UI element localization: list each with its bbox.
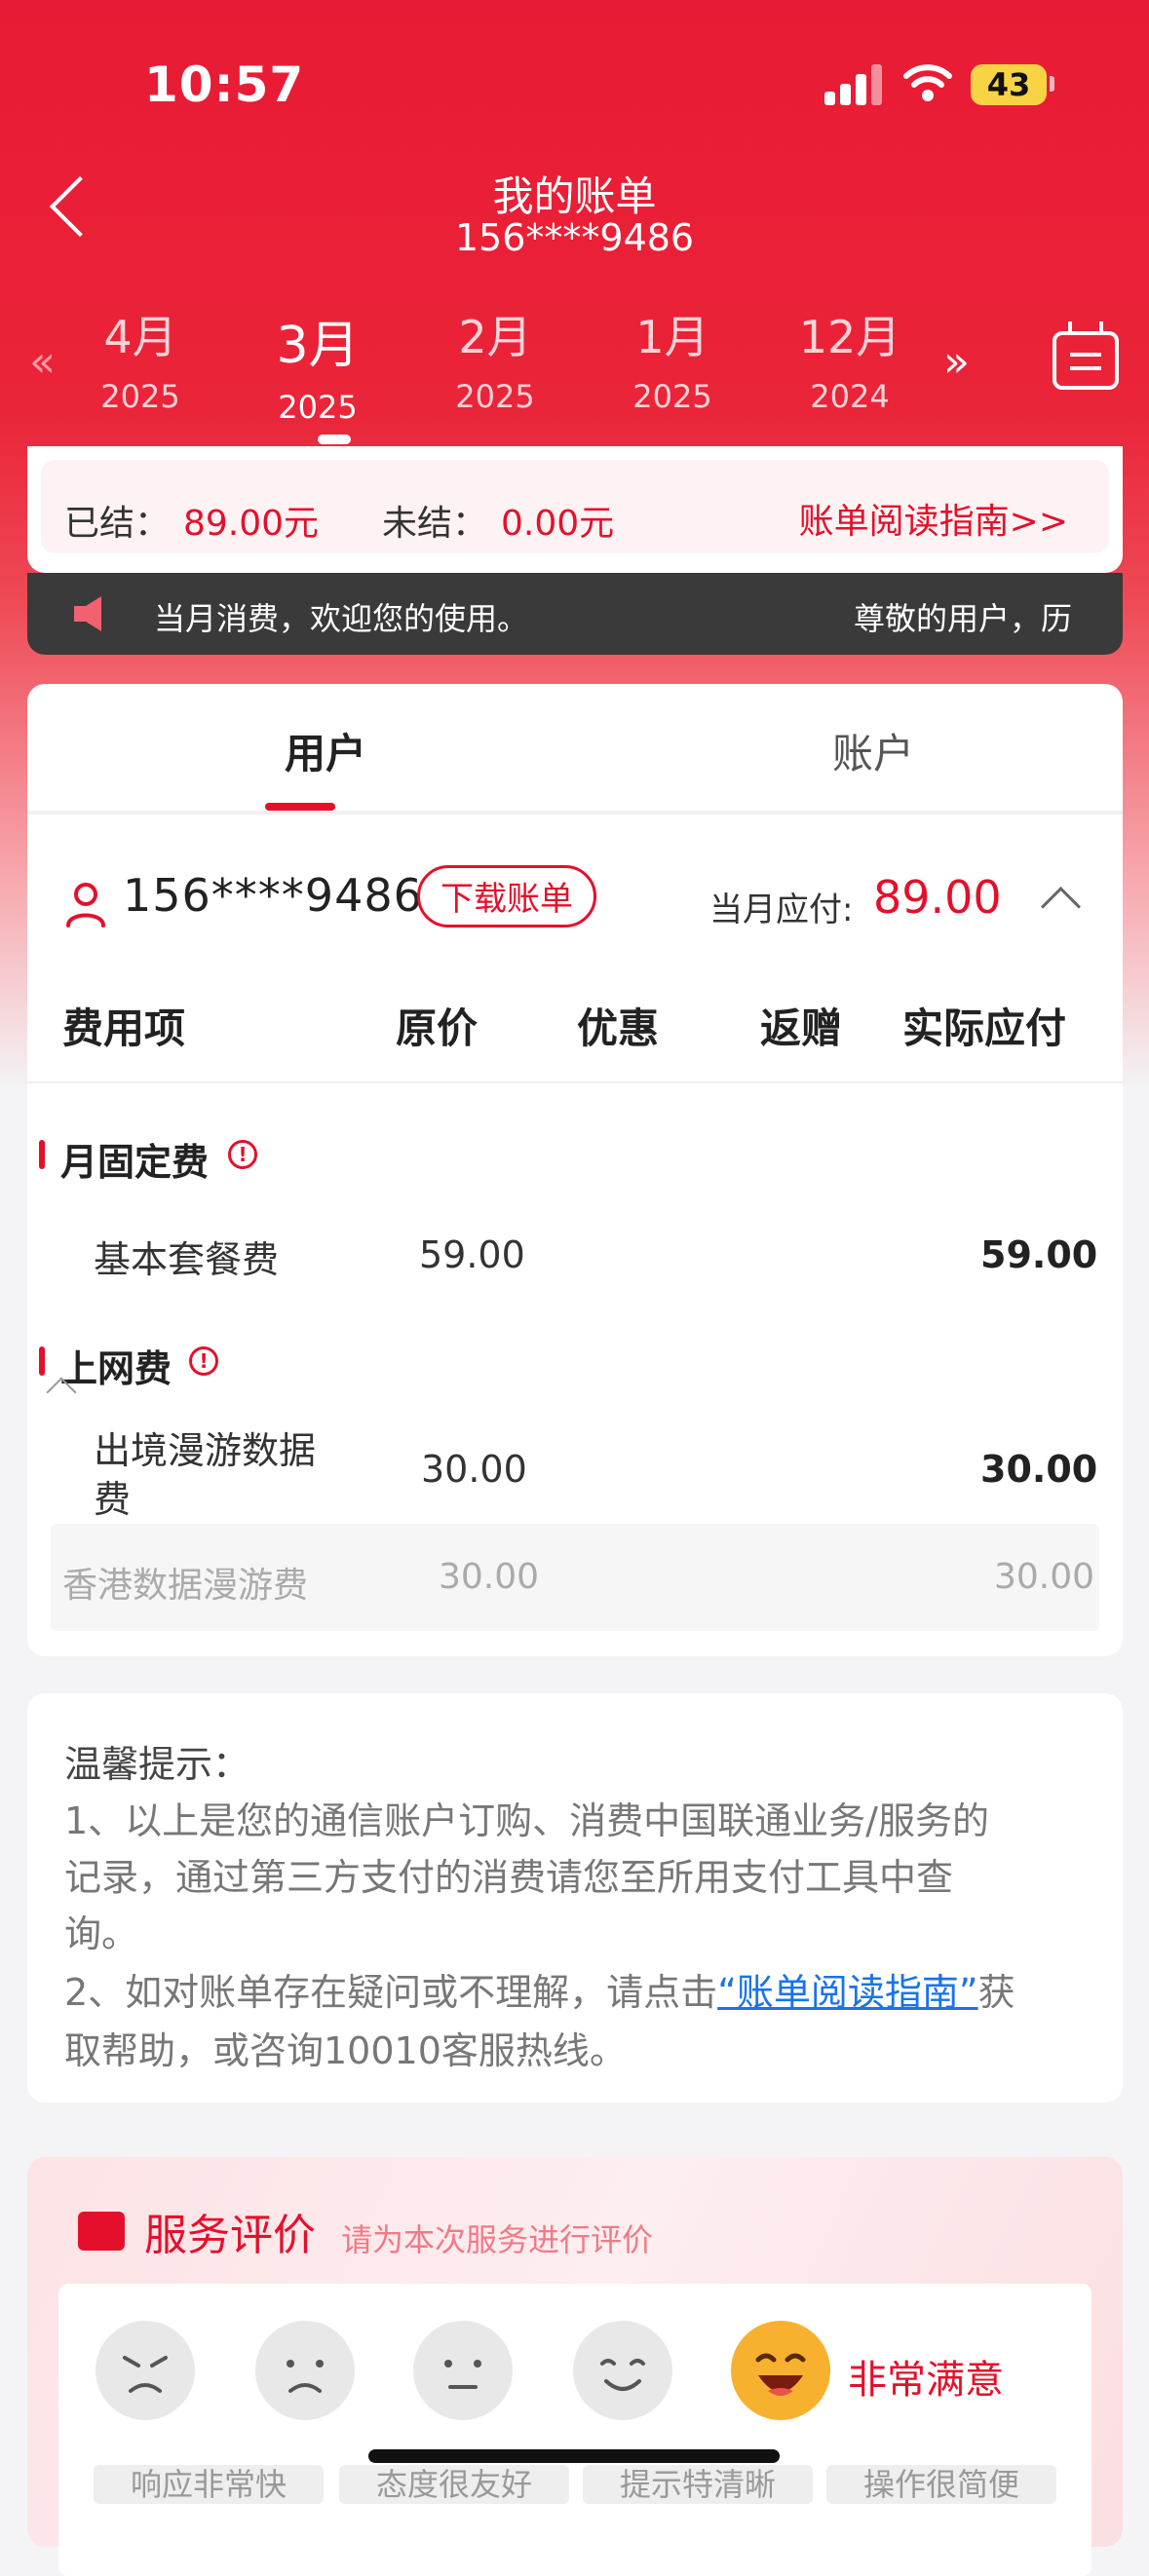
fee-item-original: 59.00 [419,1233,525,1276]
month-tab[interactable]: 1月 2025 [594,302,750,415]
comment-icon [78,2212,125,2251]
tips-card: 温馨提示： 1、以上是您的通信账户订购、消费中国联通业务/服务的 记录，通过第三… [27,1693,1123,2102]
home-indicator [368,2449,780,2463]
tips-line: 询。 [64,1913,139,1955]
table-header-divider [27,1081,1123,1083]
notice-text: 当月消费，欢迎您的使用。 [154,600,529,637]
tips-text: 获 [977,1971,1015,2014]
tips-line: 2、如对账单存在疑问或不理解，请点击“账单阅读指南”获 [64,1962,1015,2016]
bill-guide-link[interactable]: 账单阅读指南>> [799,493,1068,544]
info-icon[interactable]: ! [228,1140,257,1169]
page-subtitle-phone: 156****9486 [454,216,695,259]
bill-card: 用户 账户 156****9486 下载账单 当月应付: 89.00 费用项 原… [27,684,1123,1656]
rating-tag-chip[interactable]: 响应非常快 [94,2465,324,2504]
settlement-summary: 已结： 89.00元 未结： 0.00元 账单阅读指南>> [27,446,1123,573]
download-bill-button[interactable]: 下载账单 [417,865,596,928]
very-happy-face-icon[interactable] [731,2321,830,2420]
col-header-rebate: 返赠 [760,1004,843,1052]
calendar-icon[interactable] [1053,322,1119,390]
wifi-icon [902,60,953,107]
tab-divider [27,811,1123,814]
rating-tag-chip[interactable]: 态度很友好 [339,2465,569,2504]
unsettled-label: 未结： [382,504,488,544]
tips-line: 1、以上是您的通信账户订购、消费中国联通业务/服务的 [64,1799,989,1842]
cellular-signal-icon [824,64,883,105]
month-prev-icon[interactable]: « [29,337,56,387]
settled-value: 89.00元 [183,504,320,544]
month-label: 1月 [635,311,709,363]
year-label: 2024 [810,378,890,415]
col-header-item: 费用项 [62,1004,186,1052]
fee-item-name-line2: 费 [94,1478,132,1521]
year-label: 2025 [278,389,358,426]
active-month-indicator [318,435,351,444]
fee-item-name: 基本套餐费 [94,1238,280,1281]
sub-fee-original: 30.00 [439,1557,540,1597]
section-marker [39,1346,45,1376]
info-icon[interactable]: ! [189,1346,218,1376]
notice-text-scroll: 尊敬的用户，历 [854,600,1073,637]
month-label: 12月 [798,311,901,363]
col-header-discount: 优惠 [577,1004,660,1052]
tab-indicator [265,803,335,811]
col-header-original: 原价 [396,1004,479,1052]
fee-sub-row: 香港数据漫游费 30.00 30.00 [51,1524,1099,1631]
month-tab[interactable]: 2月 2025 [417,302,573,415]
monthly-due-label: 当月应付: [709,890,854,929]
smile-face-icon[interactable] [573,2321,672,2420]
selected-rating-label: 非常满意 [848,2358,1004,2403]
tips-line: 取帮助，或咨询10010客服热线。 [64,2029,627,2072]
fee-item-actual: 59.00 [980,1233,1098,1276]
month-label: 3月 [276,317,360,375]
section-title-data-fee: 上网费 [60,1347,172,1390]
month-next-icon[interactable]: » [943,337,970,387]
rating-tag-chip[interactable]: 操作很简便 [826,2465,1056,2504]
sub-fee-name: 香港数据漫游费 [62,1566,309,1606]
month-label: 2月 [458,311,532,363]
neutral-face-icon[interactable] [413,2321,513,2420]
user-icon [66,883,105,928]
section-marker [39,1140,45,1169]
sub-fee-actual: 30.00 [994,1557,1095,1597]
month-tab-active[interactable]: 3月 2025 [240,304,396,426]
rating-subtitle: 请为本次服务进行评价 [341,2221,654,2258]
tips-text: 2、如对账单存在疑问或不理解，请点击 [64,1971,718,2014]
status-time: 10:57 [144,57,305,113]
notice-banner: 当月消费，欢迎您的使用。 尊敬的用户，历 [27,573,1123,655]
year-label: 2025 [455,378,535,415]
fee-item-original: 30.00 [421,1448,527,1491]
rating-tag-chip[interactable]: 提示特清晰 [583,2465,813,2504]
monthly-due-value: 89.00 [873,871,1002,924]
sad-face-icon[interactable] [255,2321,355,2420]
speaker-icon [74,596,101,631]
fee-item-name: 出境漫游数据 [94,1429,317,1472]
section-title-fixed-fee: 月固定费 [60,1141,210,1184]
tab-account[interactable]: 账户 [688,721,1058,780]
unsettled-value: 0.00元 [501,504,615,544]
tips-title: 温馨提示： [64,1743,250,1786]
month-label: 4月 [103,311,177,363]
settled-label: 已结： [64,504,171,544]
collapse-chevron-icon[interactable] [1040,886,1082,928]
col-header-actual: 实际应付 [902,1004,1067,1052]
battery-tip [1050,76,1054,92]
month-tab[interactable]: 4月 2025 [62,302,218,415]
tips-line: 记录，通过第三方支付的消费请您至所用支付工具中查 [64,1856,954,1899]
year-label: 2025 [100,378,180,415]
month-tab[interactable]: 12月 2024 [772,302,928,415]
angry-face-icon[interactable] [96,2321,195,2420]
rating-title: 服务评价 [144,2211,316,2260]
tab-user[interactable]: 用户 [140,721,511,780]
fee-item-actual: 30.00 [980,1448,1098,1491]
bill-guide-inline-link[interactable]: “账单阅读指南” [717,1971,977,2014]
year-label: 2025 [632,378,712,415]
user-phone: 156****9486 [123,869,423,922]
battery-icon: 43 [971,64,1047,105]
page-title: 我的账单 [492,172,657,220]
